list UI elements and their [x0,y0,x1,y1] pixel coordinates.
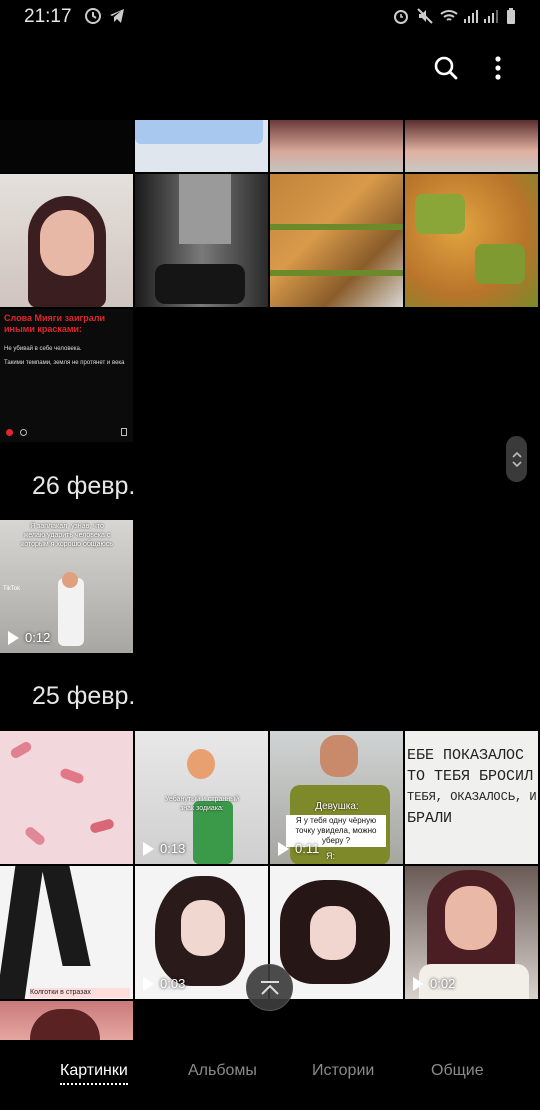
chevron-down-icon [511,460,522,467]
play-icon [278,841,289,856]
video-thumbnail[interactable]: Девушка: Я у тебя одну чёрную точку увид… [270,731,403,864]
video-caption-tail: Я: [326,851,335,861]
photo-thumbnail[interactable] [0,120,133,172]
video-duration: 0:02 [413,976,455,991]
sync-icon [85,8,101,24]
bookmark-icon [121,428,127,436]
tab-pictures[interactable]: Картинки [60,1062,128,1085]
mute-icon [417,8,433,24]
gallery-screen: 21:17 Слова Мияги заиграли иными краскам… [0,0,540,1110]
photo-thumbnail[interactable] [135,174,268,307]
search-icon [434,56,458,80]
comment-icon [20,429,27,436]
wifi-icon [440,10,458,21]
bottom-tab-bar: Картинки Альбомы Истории Общие [0,1040,540,1110]
alarm-icon [394,10,408,24]
battery-icon [507,8,515,24]
video-duration: 0:12 [8,630,50,645]
more-options-button[interactable] [478,48,518,88]
note-line: БРАЛИ [407,810,453,827]
post-screenshot-thumbnail[interactable]: Слова Мияги заиграли иными красками: Не … [0,309,133,442]
date-header: 25 февр. [32,682,136,710]
telegram-icon [110,9,124,23]
video-duration: 0:13 [143,841,185,856]
play-icon [413,976,424,991]
play-icon [143,841,154,856]
photo-thumbnail[interactable]: Колготки в стразах [0,866,133,999]
note-line: ЕБЕ ПОКАЗАЛОС [407,747,525,764]
chevron-up-icon [511,451,522,458]
scroll-to-top-button[interactable] [246,964,293,1011]
video-caption: Уебанутый и странный знак зодиака: [165,796,240,812]
post-title: Слова Мияги заиграли иными красками: [4,313,105,334]
note-line: ТО ТЕБЯ БРОСИЛ [407,768,534,785]
video-thumbnail[interactable]: Уебанутый и странный знак зодиака: 0:13 [135,731,268,864]
video-duration: 0:11 [278,841,319,856]
video-duration: 0:03 [143,976,185,991]
heart-icon [6,429,13,436]
play-icon [8,630,19,645]
photo-thumbnail[interactable] [270,120,403,172]
photo-thumbnail[interactable] [405,120,538,172]
search-button[interactable] [426,48,466,88]
signal-icon [464,10,478,23]
photo-thumbnail[interactable] [0,174,133,307]
video-caption: Я заплакал, узнав, что желаю ударить чел… [21,523,113,548]
tab-shared[interactable]: Общие [431,1062,484,1080]
fast-scroll-handle[interactable] [506,436,527,482]
tab-stories[interactable]: Истории [312,1062,374,1080]
tiktok-watermark: TikTok [3,586,21,592]
video-caption-title: Девушка: [315,801,359,812]
photo-thumbnail[interactable] [135,120,268,172]
arrow-up-to-top-icon [260,980,279,995]
video-thumbnail[interactable]: 0:02 [405,866,538,999]
post-line1: Не убивай в себе человека. [4,346,82,352]
status-bar: 21:17 [0,0,540,34]
product-caption: Колготки в стразах [30,988,130,998]
tab-albums[interactable]: Альбомы [188,1062,257,1080]
note-line: ТЕБЯ, ОКАЗАЛОСЬ, И [407,790,537,804]
status-time: 21:17 [24,6,72,27]
photo-thumbnail[interactable] [0,1001,133,1040]
photo-thumbnail[interactable] [0,731,133,864]
post-line2: Такими темпами, земля не протянет и века [4,360,125,366]
date-header: 26 февр. [32,472,136,500]
photo-thumbnail[interactable] [405,174,538,307]
video-thumbnail[interactable]: Я заплакал, узнав, что желаю ударить чел… [0,520,133,653]
more-vert-icon [495,56,501,80]
signal2-icon [484,10,498,23]
photo-thumbnail[interactable]: ЕБЕ ПОКАЗАЛОС ТО ТЕБЯ БРОСИЛ ТЕБЯ, ОКАЗА… [405,731,538,864]
photo-thumbnail[interactable] [270,174,403,307]
play-icon [143,976,154,991]
